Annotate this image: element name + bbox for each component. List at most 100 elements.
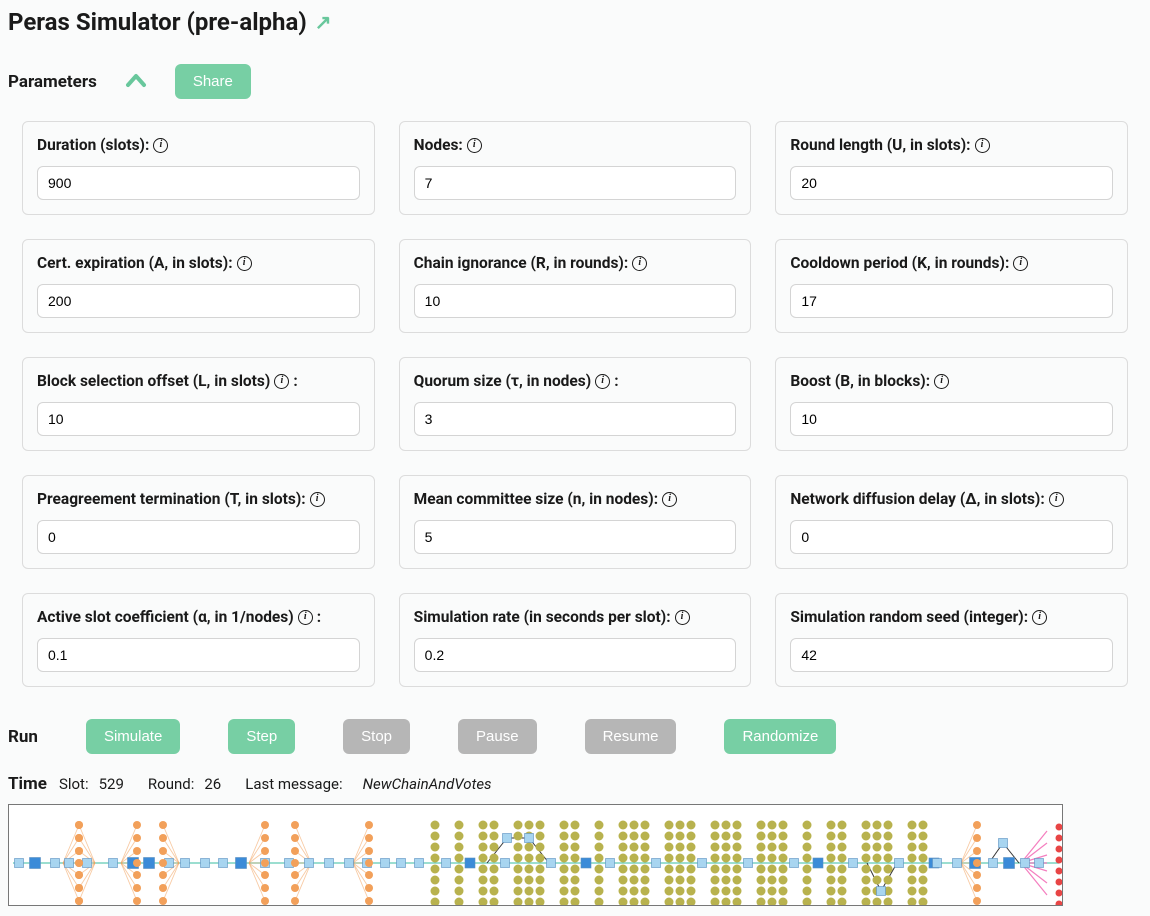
param-card-nodes: Nodes: i [399, 121, 752, 215]
param-card-simRate: Simulation rate (in seconds per slot): i [399, 593, 752, 687]
info-icon[interactable]: i [595, 374, 610, 389]
info-icon[interactable]: i [298, 610, 313, 625]
param-label-text: Cooldown period (K, in rounds): [790, 254, 1009, 272]
param-input-committee[interactable] [414, 520, 737, 554]
param-input-preagreement[interactable] [37, 520, 360, 554]
stop-button[interactable]: Stop [343, 719, 410, 754]
info-icon[interactable]: i [632, 256, 647, 271]
pause-button[interactable]: Pause [458, 719, 537, 754]
param-input-chainIgnorance[interactable] [414, 284, 737, 318]
param-card-roundLength: Round length (U, in slots): i [775, 121, 1128, 215]
param-input-cooldown[interactable] [790, 284, 1113, 318]
info-icon[interactable]: i [662, 492, 677, 507]
param-input-simRate[interactable] [414, 638, 737, 672]
info-icon[interactable]: i [1049, 492, 1064, 507]
param-card-preagreement: Preagreement termination (T, in slots): … [22, 475, 375, 569]
param-card-activeSlot: Active slot coefficient (α, in 1/nodes) … [22, 593, 375, 687]
param-label-text: Round length (U, in slots): [790, 136, 970, 154]
info-icon[interactable]: i [1013, 256, 1028, 271]
colon: : [614, 372, 618, 390]
param-label-diffusion: Network diffusion delay (Δ, in slots): i [790, 490, 1113, 508]
param-label-text: Quorum size (τ, in nodes) [414, 372, 592, 390]
run-row: Run Simulate Step Stop Pause Resume Rand… [8, 719, 1142, 754]
round-label: Round: [148, 775, 194, 793]
info-icon[interactable]: i [1032, 610, 1047, 625]
randomize-button[interactable]: Randomize [724, 719, 836, 754]
param-input-roundLength[interactable] [790, 166, 1113, 200]
param-label-seed: Simulation random seed (integer): i [790, 608, 1113, 626]
param-card-duration: Duration (slots): i [22, 121, 375, 215]
colon: : [293, 372, 297, 390]
info-icon[interactable]: i [467, 138, 482, 153]
chevron-up-icon[interactable] [125, 69, 147, 94]
param-label-text: Block selection offset (L, in slots) [37, 372, 270, 390]
info-icon[interactable]: i [153, 138, 168, 153]
time-row: Time Slot: 529 Round: 26 Last message: N… [8, 774, 1142, 794]
param-input-quorum[interactable] [414, 402, 737, 436]
slot-value: 529 [99, 775, 124, 793]
param-card-chainIgnorance: Chain ignorance (R, in rounds): i [399, 239, 752, 333]
param-input-diffusion[interactable] [790, 520, 1113, 554]
param-card-certExpiration: Cert. expiration (A, in slots): i [22, 239, 375, 333]
param-input-certExpiration[interactable] [37, 284, 360, 318]
param-card-quorum: Quorum size (τ, in nodes) i: [399, 357, 752, 451]
parameters-header: Parameters Share [8, 64, 1142, 99]
external-link-icon[interactable]: ↗ [315, 10, 332, 34]
param-label-quorum: Quorum size (τ, in nodes) i: [414, 372, 737, 390]
param-label-boost: Boost (B, in blocks): i [790, 372, 1113, 390]
run-buttons: Simulate Step Stop Pause Resume Randomiz… [86, 719, 836, 754]
info-icon[interactable]: i [237, 256, 252, 271]
param-card-diffusion: Network diffusion delay (Δ, in slots): i [775, 475, 1128, 569]
step-button[interactable]: Step [228, 719, 295, 754]
info-icon[interactable]: i [310, 492, 325, 507]
param-card-committee: Mean committee size (n, in nodes): i [399, 475, 752, 569]
parameters-heading: Parameters [8, 72, 97, 92]
param-input-blockSelection[interactable] [37, 402, 360, 436]
param-card-cooldown: Cooldown period (K, in rounds): i [775, 239, 1128, 333]
colon: : [317, 608, 321, 626]
param-label-text: Simulation random seed (integer): [790, 608, 1028, 626]
title-text: Peras Simulator (pre-alpha) [8, 8, 307, 36]
param-label-text: Cert. expiration (A, in slots): [37, 254, 233, 272]
param-label-duration: Duration (slots): i [37, 136, 360, 154]
resume-button[interactable]: Resume [585, 719, 677, 754]
info-icon[interactable]: i [675, 610, 690, 625]
param-card-seed: Simulation random seed (integer): i [775, 593, 1128, 687]
param-label-blockSelection: Block selection offset (L, in slots) i: [37, 372, 360, 390]
slot-label: Slot: [59, 775, 89, 793]
param-card-blockSelection: Block selection offset (L, in slots) i: [22, 357, 375, 451]
param-label-text: Active slot coefficient (α, in 1/nodes) [37, 608, 294, 626]
param-label-roundLength: Round length (U, in slots): i [790, 136, 1113, 154]
param-label-preagreement: Preagreement termination (T, in slots): … [37, 490, 360, 508]
info-icon[interactable]: i [934, 374, 949, 389]
param-label-text: Chain ignorance (R, in rounds): [414, 254, 629, 272]
param-input-seed[interactable] [790, 638, 1113, 672]
chain-visualization [8, 804, 1063, 906]
param-input-duration[interactable] [37, 166, 360, 200]
param-label-text: Mean committee size (n, in nodes): [414, 490, 658, 508]
param-label-chainIgnorance: Chain ignorance (R, in rounds): i [414, 254, 737, 272]
simulate-button[interactable]: Simulate [86, 719, 180, 754]
last-message-value: NewChainAndVotes [363, 775, 492, 793]
page-title: Peras Simulator (pre-alpha) ↗ [8, 8, 1142, 36]
param-label-text: Boost (B, in blocks): [790, 372, 930, 390]
last-message-label: Last message: [245, 775, 342, 793]
param-label-text: Network diffusion delay (Δ, in slots): [790, 490, 1044, 508]
param-input-nodes[interactable] [414, 166, 737, 200]
param-input-boost[interactable] [790, 402, 1113, 436]
param-label-text: Duration (slots): [37, 136, 149, 154]
param-label-certExpiration: Cert. expiration (A, in slots): i [37, 254, 360, 272]
share-button[interactable]: Share [175, 64, 251, 99]
param-input-activeSlot[interactable] [37, 638, 360, 672]
param-label-text: Simulation rate (in seconds per slot): [414, 608, 671, 626]
param-label-committee: Mean committee size (n, in nodes): i [414, 490, 737, 508]
parameter-grid: Duration (slots): iNodes: iRound length … [8, 121, 1142, 719]
run-heading: Run [8, 727, 38, 747]
info-icon[interactable]: i [274, 374, 289, 389]
param-label-simRate: Simulation rate (in seconds per slot): i [414, 608, 737, 626]
param-label-activeSlot: Active slot coefficient (α, in 1/nodes) … [37, 608, 360, 626]
info-icon[interactable]: i [975, 138, 990, 153]
time-heading: Time [8, 774, 47, 794]
param-label-text: Preagreement termination (T, in slots): [37, 490, 306, 508]
param-label-cooldown: Cooldown period (K, in rounds): i [790, 254, 1113, 272]
